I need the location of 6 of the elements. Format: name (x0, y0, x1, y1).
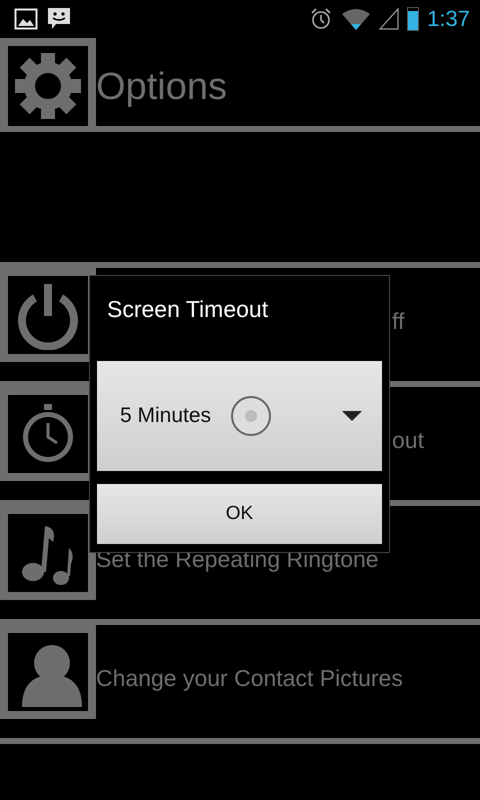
option-label: Change your Contact Pictures (96, 664, 403, 692)
option-label: ff (392, 308, 404, 334)
screen-title: Options (96, 66, 227, 108)
dialog-title: Screen Timeout (106, 295, 270, 324)
clock-time: 1:37 (427, 6, 470, 32)
option-label: out (392, 426, 424, 454)
